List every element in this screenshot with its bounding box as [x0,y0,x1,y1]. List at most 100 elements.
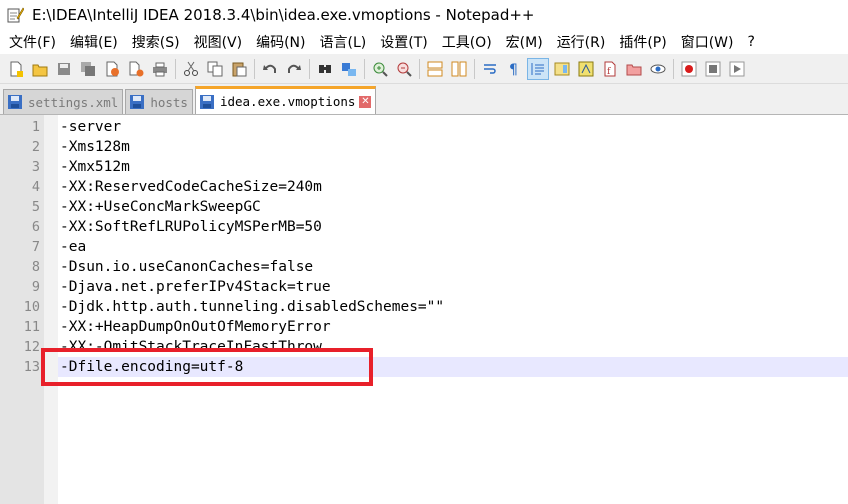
editor-line[interactable]: 2 -Xms128m [0,137,848,157]
sync-horizontal-icon[interactable] [449,59,469,79]
record-macro-icon[interactable] [679,59,699,79]
tab-label: idea.exe.vmoptions [219,94,356,109]
close-tab-icon[interactable]: ✕ [359,95,372,108]
menu-file[interactable]: 文件(F) [2,32,63,52]
editor-line[interactable]: 12 -XX:-OmitStackTraceInFastThrow [0,337,848,357]
line-number: 3 [31,159,40,175]
menu-bar: 文件(F) 编辑(E) 搜索(S) 视图(V) 编码(N) 语言(L) 设置(T… [0,30,848,54]
line-number: 12 [23,339,40,355]
line-text: -Xms128m [60,139,130,155]
menu-edit[interactable]: 编辑(E) [63,32,125,52]
editor-line[interactable]: 1 -server [0,117,848,137]
redo-icon[interactable] [284,59,304,79]
menu-settings[interactable]: 设置(T) [373,32,434,52]
editor-line[interactable]: 5 -XX:+UseConcMarkSweepGC [0,197,848,217]
editor-line[interactable]: 10 -Djdk.http.auth.tunneling.disabledSch… [0,297,848,317]
menu-view[interactable]: 视图(V) [187,32,250,52]
toolbar-separator [419,58,420,79]
line-text: -XX:-OmitStackTraceInFastThrow [60,339,322,355]
line-text: -ea [60,239,87,255]
find-icon[interactable] [315,59,335,79]
current-line[interactable]: 13 -Dfile.encoding=utf-8 [0,357,848,377]
editor-line[interactable]: 9 -Djava.net.preferIPv4Stack=true [0,277,848,297]
tab-hosts[interactable]: hosts [125,89,193,114]
line-number: 5 [31,199,40,215]
toolbar-separator [364,58,365,79]
menu-run[interactable]: 运行(R) [550,32,613,52]
cut-icon[interactable] [181,59,201,79]
document-map-icon[interactable] [552,59,572,79]
line-number: 2 [31,139,40,155]
replace-icon[interactable] [339,59,359,79]
line-number: 7 [31,239,40,255]
editor-line[interactable]: 3 -Xmx512m [0,157,848,177]
folder-icon[interactable] [624,59,644,79]
line-number: 4 [31,179,40,195]
line-text: -XX:SoftRefLRUPolicyMSPerMB=50 [60,219,322,235]
toolbar-separator [673,58,674,79]
toolbar-separator [309,58,310,79]
undo-icon[interactable] [260,59,280,79]
editor-line[interactable]: 8 -Dsun.io.useCanonCaches=false [0,257,848,277]
indent-guide-icon[interactable] [527,57,549,80]
svg-text:¶: ¶ [509,62,518,77]
menu-language[interactable]: 语言(L) [313,32,374,52]
word-wrap-icon[interactable] [480,59,500,79]
line-number: 13 [23,359,40,375]
open-file-icon[interactable] [30,59,50,79]
menu-tools[interactable]: 工具(O) [435,32,499,52]
new-file-icon[interactable] [6,59,26,79]
line-text: -XX:+HeapDumpOnOutOfMemoryError [60,319,331,335]
editor-line[interactable]: 4 -XX:ReservedCodeCacheSize=240m [0,177,848,197]
line-text: -XX:ReservedCodeCacheSize=240m [60,179,322,195]
monitoring-icon[interactable] [648,59,668,79]
menu-window[interactable]: 窗口(W) [674,32,741,52]
line-number: 10 [23,299,40,315]
line-text: -Djdk.http.auth.tunneling.disabledScheme… [60,299,445,315]
menu-search[interactable]: 搜索(S) [125,32,187,52]
line-number: 11 [23,319,40,335]
line-number: 6 [31,219,40,235]
editor-line[interactable]: 11 -XX:+HeapDumpOnOutOfMemoryError [0,317,848,337]
menu-encoding[interactable]: 编码(N) [249,32,312,52]
save-icon [130,95,145,109]
line-text: -Dsun.io.useCanonCaches=false [60,259,314,275]
zoom-out-icon[interactable] [394,59,414,79]
line-number: 1 [31,119,40,135]
line-text: -server [60,119,122,135]
line-text: -Dfile.encoding=utf-8 [60,359,244,375]
close-all-icon[interactable] [126,59,146,79]
zoom-in-icon[interactable] [370,59,390,79]
function-list-icon[interactable] [576,59,596,79]
editor-line[interactable]: 6 -XX:SoftRefLRUPolicyMSPerMB=50 [0,217,848,237]
line-text: -Xmx512m [60,159,130,175]
line-number: 8 [31,259,40,275]
toolbar-separator [474,58,475,79]
notepad-plus-plus-icon [6,6,25,24]
tab-bar: settings.xml hosts idea.exe.vmoptions ✕ [0,85,848,115]
close-icon[interactable] [102,59,122,79]
show-all-chars-icon[interactable]: ¶ [504,59,524,79]
sync-vertical-icon[interactable] [425,59,445,79]
tab-label: hosts [150,94,188,110]
editor-line[interactable]: 7 -ea [0,237,848,257]
save-icon[interactable] [54,59,74,79]
folder-workspace-icon[interactable]: f [600,59,620,79]
copy-icon[interactable] [205,59,225,79]
save-all-icon[interactable] [78,59,98,79]
menu-plugins[interactable]: 插件(P) [612,32,673,52]
play-macro-icon[interactable] [727,59,747,79]
menu-help[interactable]: ? [741,34,762,50]
paste-icon[interactable] [229,59,249,79]
toolbar: ¶ f [0,54,848,84]
save-icon [199,94,214,109]
line-text: -Djava.net.preferIPv4Stack=true [60,279,331,295]
menu-macro[interactable]: 宏(M) [499,32,550,52]
tab-idea-exe-vmoptions[interactable]: idea.exe.vmoptions ✕ [194,86,377,114]
line-number: 9 [31,279,40,295]
line-text: -XX:+UseConcMarkSweepGC [60,199,261,215]
stop-macro-icon[interactable] [703,59,723,79]
editor[interactable]: 1 -server 2 -Xms128m 3 -Xmx512m 4 -XX:Re… [0,115,848,504]
tab-settings-xml[interactable]: settings.xml [3,89,124,114]
print-icon[interactable] [150,59,170,79]
